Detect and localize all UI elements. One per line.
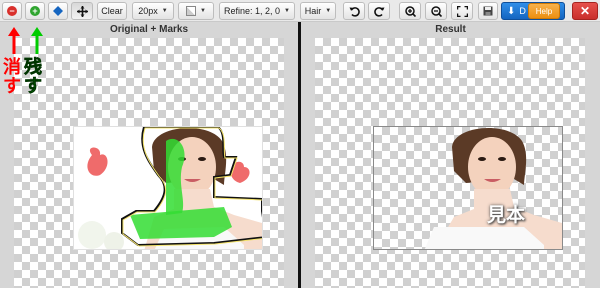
floppy-disk-icon (483, 6, 493, 16)
keep-mark-tool-button[interactable]: + (25, 2, 45, 20)
cutout-image (424, 128, 562, 249)
caret-down-icon: ▼ (200, 8, 206, 14)
move-icon (76, 5, 88, 17)
fit-screen-button[interactable] (451, 2, 473, 20)
redo-button[interactable] (368, 2, 390, 20)
minus-icon: − (7, 6, 17, 16)
download-label: D (519, 6, 526, 16)
fullscreen-icon (456, 5, 468, 17)
save-button[interactable] (478, 2, 498, 20)
background-remover-app: − + Clear 20px ▼ ▼ Refine: 1, 2, 0 ▼ Hai… (0, 0, 600, 288)
close-button[interactable]: ✕ (572, 2, 598, 20)
background-dropdown[interactable]: ▼ (178, 2, 214, 20)
redo-icon (373, 6, 384, 17)
brush-size-value: 20px (138, 6, 158, 16)
zoom-out-button[interactable] (425, 2, 447, 20)
zoom-in-button[interactable] (399, 2, 421, 20)
zoom-out-icon (431, 6, 442, 17)
clear-button[interactable]: Clear (97, 2, 127, 20)
portrait-image (78, 127, 262, 249)
remove-mark-tool-button[interactable]: − (2, 2, 22, 20)
result-panel-title: Result (435, 24, 466, 35)
caret-down-icon: ▼ (325, 8, 332, 14)
brush-size-dropdown[interactable]: 20px ▼ (132, 2, 174, 20)
pan-tool-button[interactable] (71, 2, 93, 20)
eraser-icon (53, 6, 63, 16)
hair-dropdown[interactable]: Hair ▼ (300, 2, 336, 20)
caret-down-icon: ▼ (284, 8, 290, 14)
refine-label: Refine: 1, 2, 0 (224, 6, 281, 16)
green-up-arrow-icon (31, 27, 43, 54)
download-arrow-icon: ⬇ (507, 5, 516, 17)
toolbar: − + Clear 20px ▼ ▼ Refine: 1, 2, 0 ▼ Hai… (0, 0, 600, 22)
zoom-in-icon (405, 6, 416, 17)
remove-annotation: 消す (3, 57, 21, 96)
original-photo (73, 126, 263, 250)
clear-label: Clear (101, 6, 123, 16)
plus-icon: + (30, 6, 40, 16)
help-button[interactable]: Help (528, 3, 560, 19)
keep-annotation: 残す (24, 57, 43, 96)
result-photo (373, 126, 563, 250)
red-up-arrow-icon (8, 27, 20, 54)
annotation-arrows (8, 27, 43, 54)
refine-dropdown[interactable]: Refine: 1, 2, 0 ▼ (219, 2, 295, 20)
sample-watermark: 見本 (487, 205, 526, 226)
background-swatch-icon (186, 6, 197, 16)
caret-down-icon: ▼ (161, 8, 168, 14)
undo-button[interactable] (343, 2, 365, 20)
undo-icon (349, 6, 360, 17)
eraser-tool-button[interactable] (48, 2, 68, 20)
hair-label: Hair (304, 6, 322, 16)
